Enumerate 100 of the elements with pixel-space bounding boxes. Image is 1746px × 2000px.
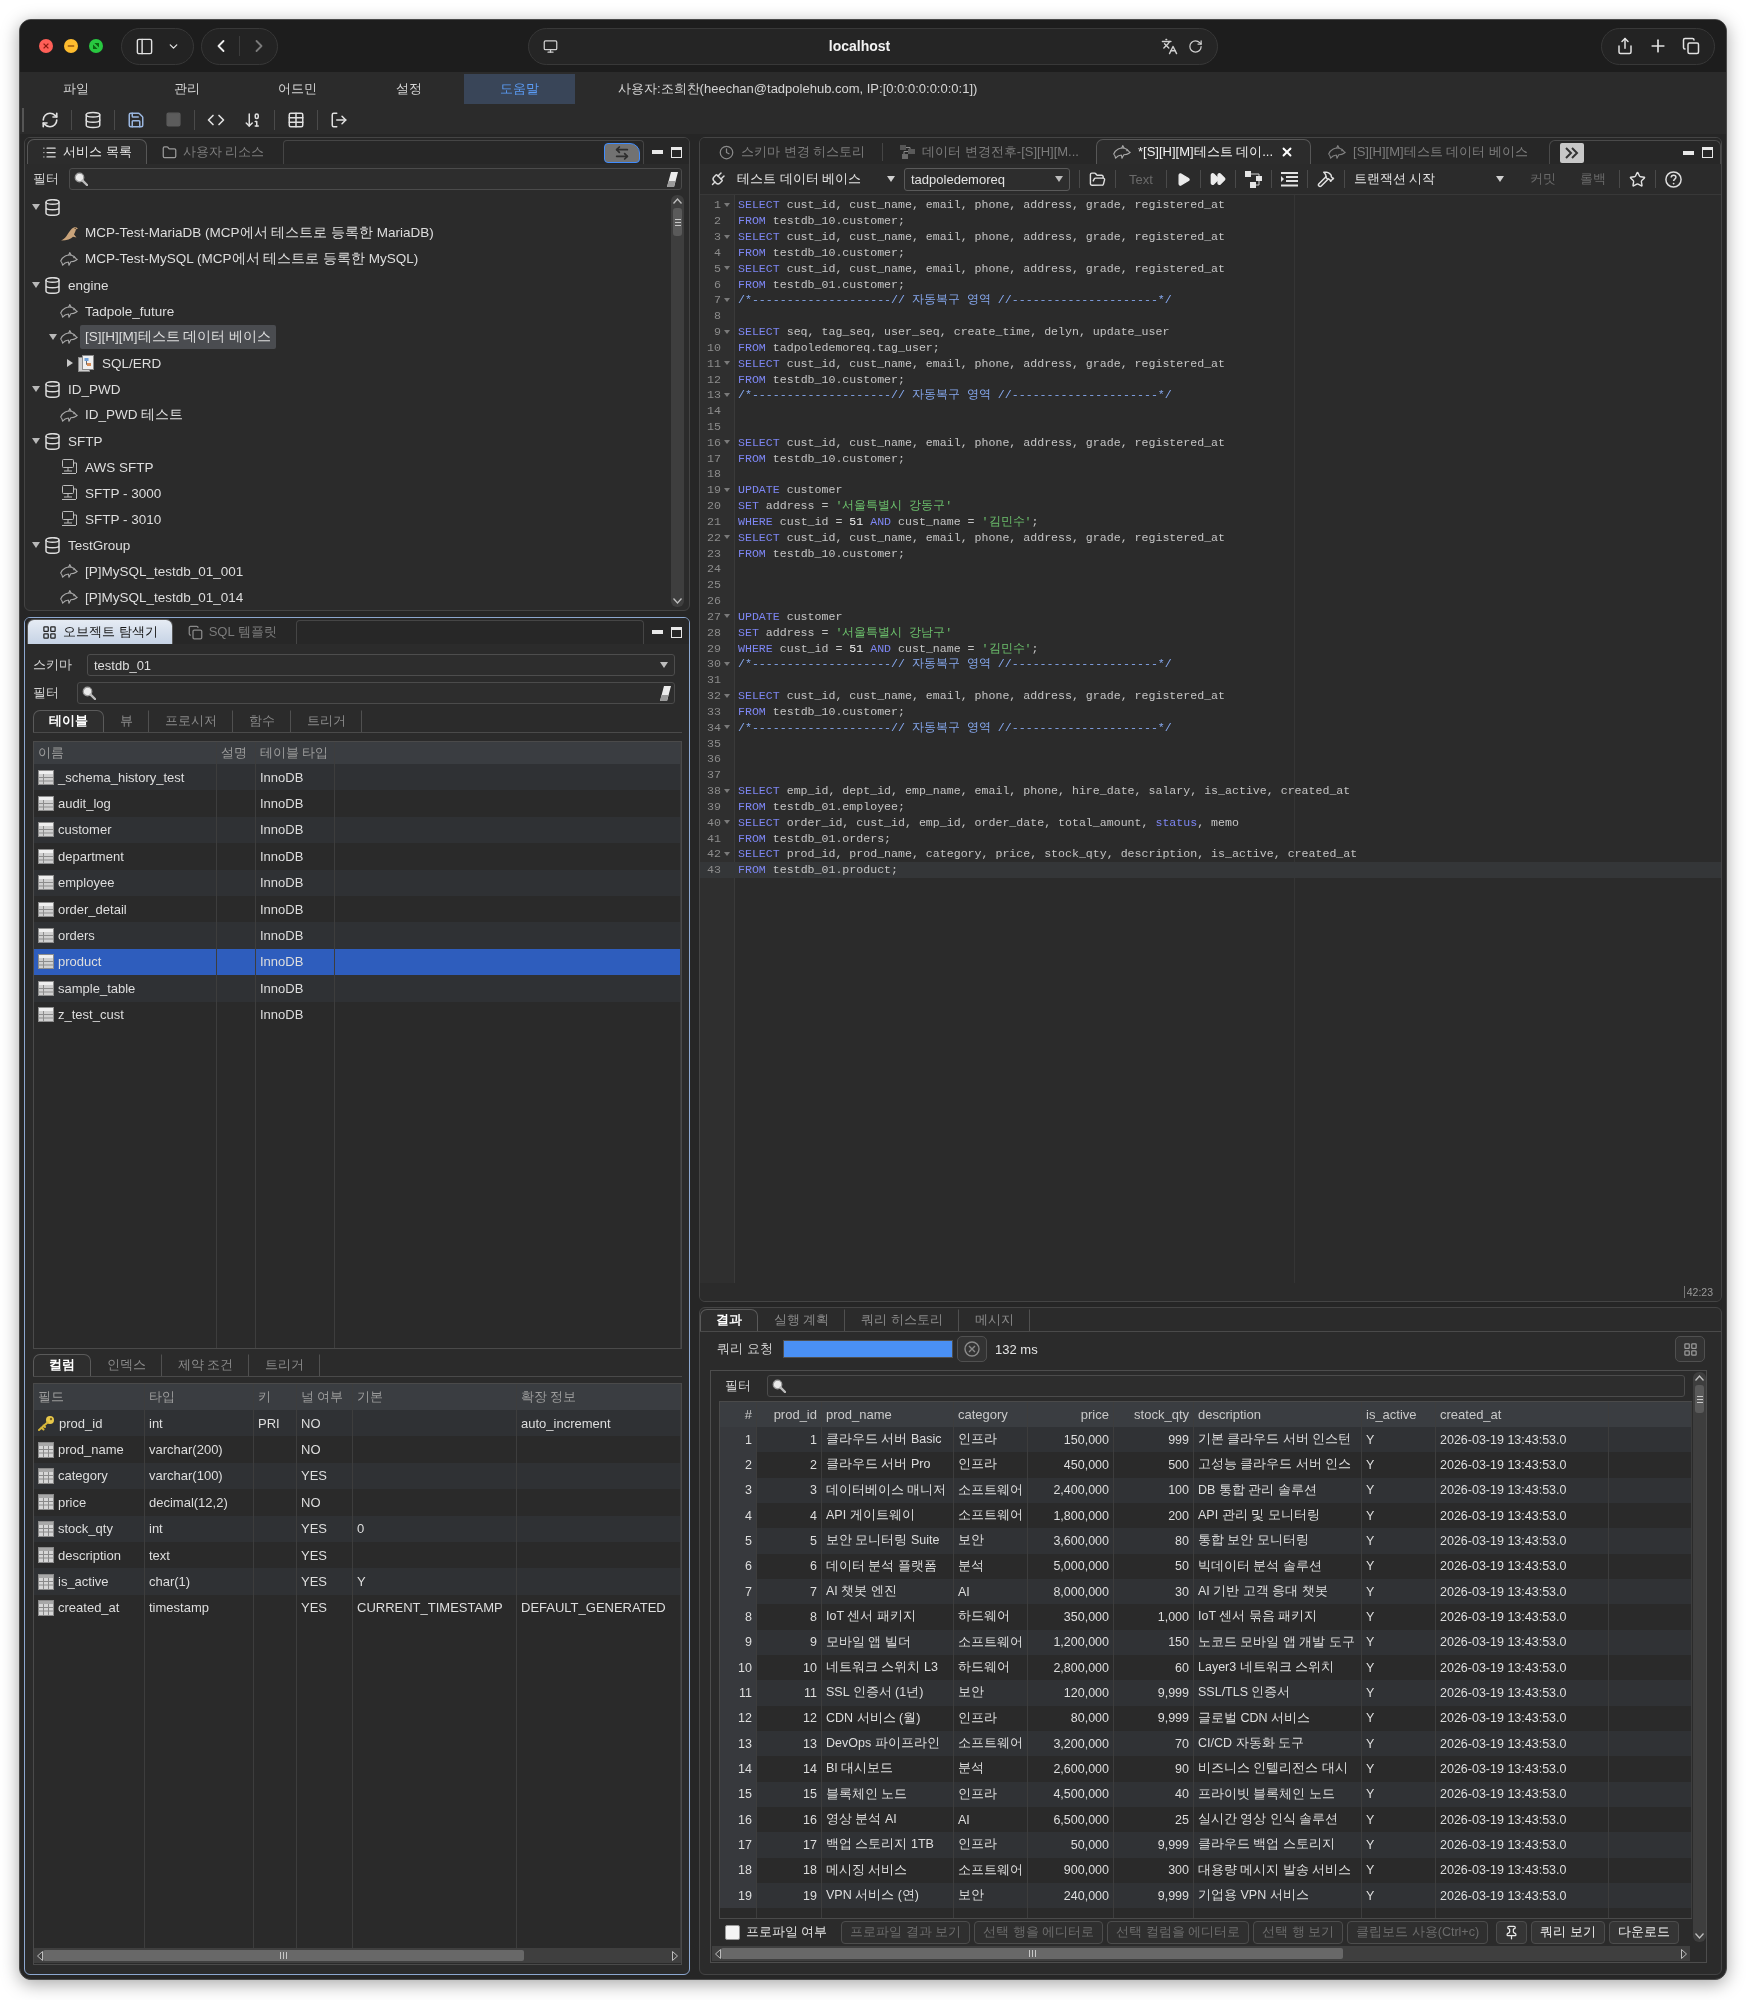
panel-tab[interactable]: 사용자 리소스 (146, 139, 280, 164)
sub-tab[interactable]: 인덱스 (91, 1354, 162, 1376)
fold-caret-icon[interactable] (724, 788, 730, 793)
refresh-icon[interactable] (41, 110, 59, 129)
tree-item[interactable]: [P]MySQL_testdb_01_014 (80, 586, 249, 608)
scrollbar-track[interactable] (671, 195, 684, 607)
scrollbar-track[interactable] (712, 1946, 1690, 1961)
filter-field[interactable] (69, 168, 682, 190)
fast-forward-icon[interactable] (1209, 171, 1226, 187)
panel-tab[interactable]: 오브젝트 탐색기 (27, 619, 173, 644)
result-tab[interactable]: 메시지 (958, 1309, 1030, 1331)
cancel-button[interactable] (957, 1336, 987, 1362)
caret-right-icon[interactable] (67, 359, 73, 367)
table-row[interactable]: orders InnoDB (34, 922, 681, 949)
fold-caret-icon[interactable] (724, 693, 730, 698)
indent-icon[interactable] (1280, 171, 1298, 187)
fold-caret-icon[interactable] (724, 487, 730, 492)
tree-item[interactable]: ID_PWD (63, 378, 126, 400)
fold-caret-icon[interactable] (724, 266, 730, 271)
filter-field[interactable] (77, 682, 675, 704)
hammer-icon[interactable] (1316, 170, 1335, 188)
minimize-icon[interactable] (64, 39, 78, 53)
tree-item[interactable]: [P]MySQL_testdb_01_001 (80, 560, 249, 582)
caret-down-icon[interactable] (32, 542, 40, 548)
caret-down-icon[interactable] (49, 334, 57, 340)
caret-down-icon[interactable] (32, 204, 40, 210)
diagram-icon[interactable] (1244, 170, 1262, 188)
caret-down-icon[interactable] (32, 386, 40, 392)
logout-icon[interactable] (330, 110, 348, 129)
play-icon[interactable] (1175, 171, 1191, 187)
scrollbar-thumb[interactable] (1695, 1385, 1704, 1413)
table-row[interactable]: employee InnoDB (34, 869, 681, 896)
sub-tab[interactable]: 프로시저 (149, 710, 233, 732)
connection-dropdown[interactable]: 테스트 데이터 베이스 (737, 170, 895, 188)
maximize-icon[interactable] (671, 626, 682, 638)
layout-button[interactable] (1675, 1336, 1705, 1362)
transaction-dropdown[interactable]: 트랜잭션 시작 (1353, 170, 1504, 188)
panel-tab[interactable]: SQL 템플릿 (172, 619, 292, 644)
tree-item[interactable]: SFTP - 3000 (80, 482, 167, 504)
tabs-icon[interactable] (1682, 37, 1700, 55)
eraser-icon[interactable] (660, 685, 671, 701)
scrollbar-thumb[interactable] (43, 1950, 524, 1961)
result-tab[interactable]: 쿼리 히스토리 (845, 1309, 959, 1331)
filter-field[interactable] (767, 1374, 1685, 1397)
menu-item[interactable]: 어드민 (242, 73, 353, 104)
table-row[interactable]: _schema_history_test InnoDB (34, 764, 681, 791)
sub-tab[interactable]: 뷰 (104, 710, 149, 732)
sub-tab[interactable]: 테이블 (33, 710, 104, 732)
tree-item[interactable]: ID_PWD 테스트 (80, 403, 189, 427)
database-icon[interactable] (84, 110, 102, 129)
scrollbar-track[interactable] (34, 1948, 681, 1963)
double-chevron-icon[interactable] (1559, 142, 1584, 163)
sub-tab[interactable]: 트리거 (249, 1354, 321, 1376)
tree-item[interactable]: SFTP (63, 430, 108, 452)
scroll-right-icon[interactable] (1681, 1948, 1687, 1959)
minimize-icon[interactable] (1683, 150, 1694, 155)
checkbox[interactable] (725, 1925, 740, 1940)
star-icon[interactable] (1628, 170, 1646, 188)
action-button[interactable]: 쿼리 보기 (1531, 1921, 1605, 1944)
table-row[interactable]: product InnoDB (34, 948, 681, 976)
fold-caret-icon[interactable] (724, 329, 730, 334)
sort-icon[interactable] (244, 110, 262, 129)
editor-tab[interactable]: 데이터 변경전후-[S][H][M... (883, 139, 1096, 164)
menu-item[interactable]: 파일 (20, 73, 131, 104)
sub-tab[interactable]: 함수 (233, 710, 291, 732)
fold-caret-icon[interactable] (724, 297, 730, 302)
scroll-left-icon[interactable] (37, 1950, 43, 1961)
maximize-icon[interactable] (671, 146, 682, 158)
editor-tab[interactable]: *[S][H][M]테스트 데이... (1095, 139, 1312, 164)
fold-caret-icon[interactable] (724, 361, 730, 366)
fold-caret-icon[interactable] (724, 614, 730, 619)
table-row[interactable]: customer InnoDB (34, 816, 681, 844)
fold-caret-icon[interactable] (724, 202, 730, 207)
fold-caret-icon[interactable] (724, 851, 730, 856)
sidebar-toggle-button[interactable] (121, 27, 194, 65)
editor-tab[interactable]: 스키마 변경 히스토리 (702, 139, 883, 164)
result-tab[interactable]: 결과 (700, 1309, 758, 1331)
eraser-icon[interactable] (667, 171, 678, 187)
maximize-icon[interactable] (89, 39, 103, 53)
tree-item[interactable]: SQL/ERD (97, 352, 167, 374)
maximize-icon[interactable] (1702, 147, 1713, 158)
sub-tab[interactable]: 컬럼 (33, 1354, 91, 1376)
fold-caret-icon[interactable] (724, 535, 730, 540)
translate-icon[interactable] (1161, 37, 1178, 55)
swap-button[interactable] (604, 142, 640, 163)
tree-item[interactable]: Tadpole_future (80, 300, 180, 322)
caret-down-icon[interactable] (32, 438, 40, 444)
save-icon[interactable] (127, 110, 145, 129)
tree-item[interactable]: TestGroup (63, 534, 136, 556)
action-button[interactable]: 다운로드 (1608, 1921, 1679, 1944)
tree-item[interactable]: MCP-Test-MySQL (MCP에서 테스트로 등록한 MySQL) (80, 247, 424, 271)
caret-down-icon[interactable] (32, 282, 40, 288)
share-icon[interactable] (1616, 37, 1634, 55)
reload-icon[interactable] (1188, 38, 1203, 54)
tree-item[interactable]: MCP-Test-MariaDB (MCP에서 테스트로 등록한 MariaDB) (80, 221, 439, 245)
tree-item[interactable]: SFTP - 3010 (80, 508, 167, 530)
menu-item[interactable]: 설정 (353, 73, 464, 104)
folder-open-icon[interactable] (1089, 170, 1106, 188)
scroll-up-icon[interactable] (1695, 1375, 1704, 1381)
scrollbar-track[interactable] (1693, 1372, 1706, 1942)
